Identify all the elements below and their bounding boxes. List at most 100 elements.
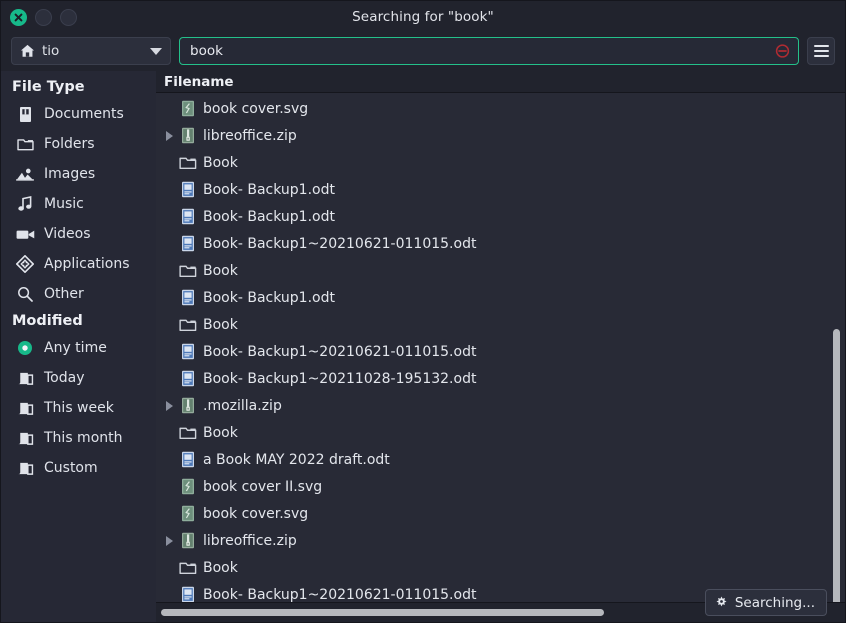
folder-file-icon	[178, 155, 198, 170]
search-field-container	[179, 37, 799, 65]
expand-triangle-icon[interactable]	[162, 536, 176, 546]
file-name: Book- Backup1~20211028-195132.odt	[203, 370, 477, 387]
table-row[interactable]: libreoffice.zip	[156, 122, 845, 149]
table-row[interactable]: Book	[156, 257, 845, 284]
odt-file-icon	[178, 181, 198, 198]
calendar-week-icon	[15, 399, 35, 417]
close-button[interactable]	[10, 8, 27, 26]
sidebar-item-documents[interactable]: Documents	[1, 99, 156, 129]
sidebar-item-today[interactable]: Today	[1, 363, 156, 393]
table-row[interactable]: book cover II.svg	[156, 473, 845, 500]
home-icon	[20, 44, 35, 58]
folder-file-icon	[178, 425, 198, 440]
hamburger-menu-button[interactable]	[807, 37, 835, 65]
sidebar-item-label: Other	[44, 286, 84, 302]
table-row[interactable]: Book- Backup1.odt	[156, 284, 845, 311]
file-name: Book- Backup1~20210621-011015.odt	[203, 586, 477, 603]
odt-file-icon	[178, 343, 198, 360]
menu-line	[813, 50, 829, 52]
sidebar-item-images[interactable]: Images	[1, 159, 156, 189]
vertical-scrollbar[interactable]	[831, 117, 842, 602]
table-row[interactable]: .mozilla.zip	[156, 392, 845, 419]
sidebar-item-other[interactable]: Other	[1, 279, 156, 309]
sidebar-item-label: This week	[44, 400, 114, 416]
table-row[interactable]: book cover.svg	[156, 95, 845, 122]
sidebar-item-this-month[interactable]: This month	[1, 423, 156, 453]
sidebar-item-any-time[interactable]: Any time	[1, 333, 156, 363]
file-name: Book	[203, 316, 238, 333]
table-row[interactable]: book cover.svg	[156, 500, 845, 527]
vertical-scrollbar-thumb[interactable]	[833, 329, 840, 602]
file-name: Book	[203, 424, 238, 441]
file-name: book cover.svg	[203, 505, 309, 522]
document-icon	[15, 105, 35, 123]
table-row[interactable]: libreoffice.zip	[156, 527, 845, 554]
svg-file-icon	[178, 505, 198, 522]
table-row[interactable]: Book- Backup1~20210621-011015.odt	[156, 230, 845, 257]
sidebar-item-videos[interactable]: Videos	[1, 219, 156, 249]
table-row[interactable]: Book	[156, 419, 845, 446]
location-dropdown[interactable]: tio	[11, 37, 171, 65]
video-camera-icon	[15, 225, 35, 243]
sidebar-item-custom[interactable]: Custom	[1, 453, 156, 483]
sidebar-item-applications[interactable]: Applications	[1, 249, 156, 279]
title-bar: Searching for "book"	[1, 1, 845, 33]
sidebar-item-label: This month	[44, 430, 123, 446]
table-row[interactable]: a Book MAY 2022 draft.odt	[156, 446, 845, 473]
table-row[interactable]: Book- Backup1.odt	[156, 203, 845, 230]
content-area: File Type Documents Folders Images Music Vide…	[1, 71, 845, 622]
odt-file-icon	[178, 586, 198, 602]
odt-file-icon	[178, 370, 198, 387]
table-row[interactable]: Book	[156, 149, 845, 176]
sidebar-item-this-week[interactable]: This week	[1, 393, 156, 423]
table-row[interactable]: Book	[156, 311, 845, 338]
folder-file-icon	[178, 560, 198, 575]
sidebar-item-label: Videos	[44, 226, 91, 242]
sidebar-item-label: Any time	[44, 340, 107, 356]
sidebar-item-label: Folders	[44, 136, 95, 152]
menu-line	[813, 55, 829, 57]
odt-file-icon	[178, 289, 198, 306]
results-list[interactable]: book cover.svg libreoffice.zip Book Book- B…	[156, 93, 845, 602]
file-name: .mozilla.zip	[203, 397, 282, 414]
file-name: book cover.svg	[203, 100, 309, 117]
sidebar-item-folders[interactable]: Folders	[1, 129, 156, 159]
filter-sidebar: File Type Documents Folders Images Music Vide…	[1, 71, 156, 622]
svg-file-icon	[178, 100, 198, 117]
clear-search-icon[interactable]	[775, 44, 790, 59]
table-row[interactable]: Book- Backup1~20210621-011015.odt	[156, 338, 845, 365]
sidebar-item-label: Images	[44, 166, 96, 182]
file-name: a Book MAY 2022 draft.odt	[203, 451, 390, 468]
file-name: Book	[203, 154, 238, 171]
image-icon	[15, 165, 35, 183]
file-name: Book- Backup1~20210621-011015.odt	[203, 343, 477, 360]
search-input[interactable]	[180, 38, 798, 64]
status-label: Searching...	[734, 594, 815, 611]
column-header-filename: Filename	[164, 73, 234, 90]
file-name: Book- Backup1.odt	[203, 181, 335, 198]
table-row[interactable]: Book	[156, 554, 845, 581]
sidebar-item-label: Custom	[44, 460, 98, 476]
maximize-button[interactable]	[60, 8, 77, 26]
window-title: Searching for "book"	[352, 9, 494, 25]
sidebar-item-music[interactable]: Music	[1, 189, 156, 219]
horizontal-scrollbar-thumb[interactable]	[161, 609, 604, 616]
file-name: libreoffice.zip	[203, 127, 297, 144]
minimize-button[interactable]	[35, 8, 52, 26]
table-row[interactable]: Book- Backup1.odt	[156, 176, 845, 203]
application-icon	[15, 255, 35, 273]
search-window: Searching for "book" tio book File Type …	[0, 0, 846, 623]
expand-triangle-icon[interactable]	[162, 401, 176, 411]
table-row[interactable]: Book- Backup1~20211028-195132.odt	[156, 365, 845, 392]
file-name: book cover II.svg	[203, 478, 323, 495]
menu-line	[813, 45, 829, 47]
expand-triangle-icon[interactable]	[162, 131, 176, 141]
column-header-row[interactable]: Filename	[156, 71, 845, 93]
folder-file-icon	[178, 263, 198, 278]
file-name: Book	[203, 559, 238, 576]
music-note-icon	[15, 195, 35, 213]
sidebar-item-label: Applications	[44, 256, 130, 272]
odt-file-icon	[178, 208, 198, 225]
sidebar-section-title: File Type	[12, 79, 85, 95]
sidebar-section-title: Modified	[12, 313, 83, 329]
